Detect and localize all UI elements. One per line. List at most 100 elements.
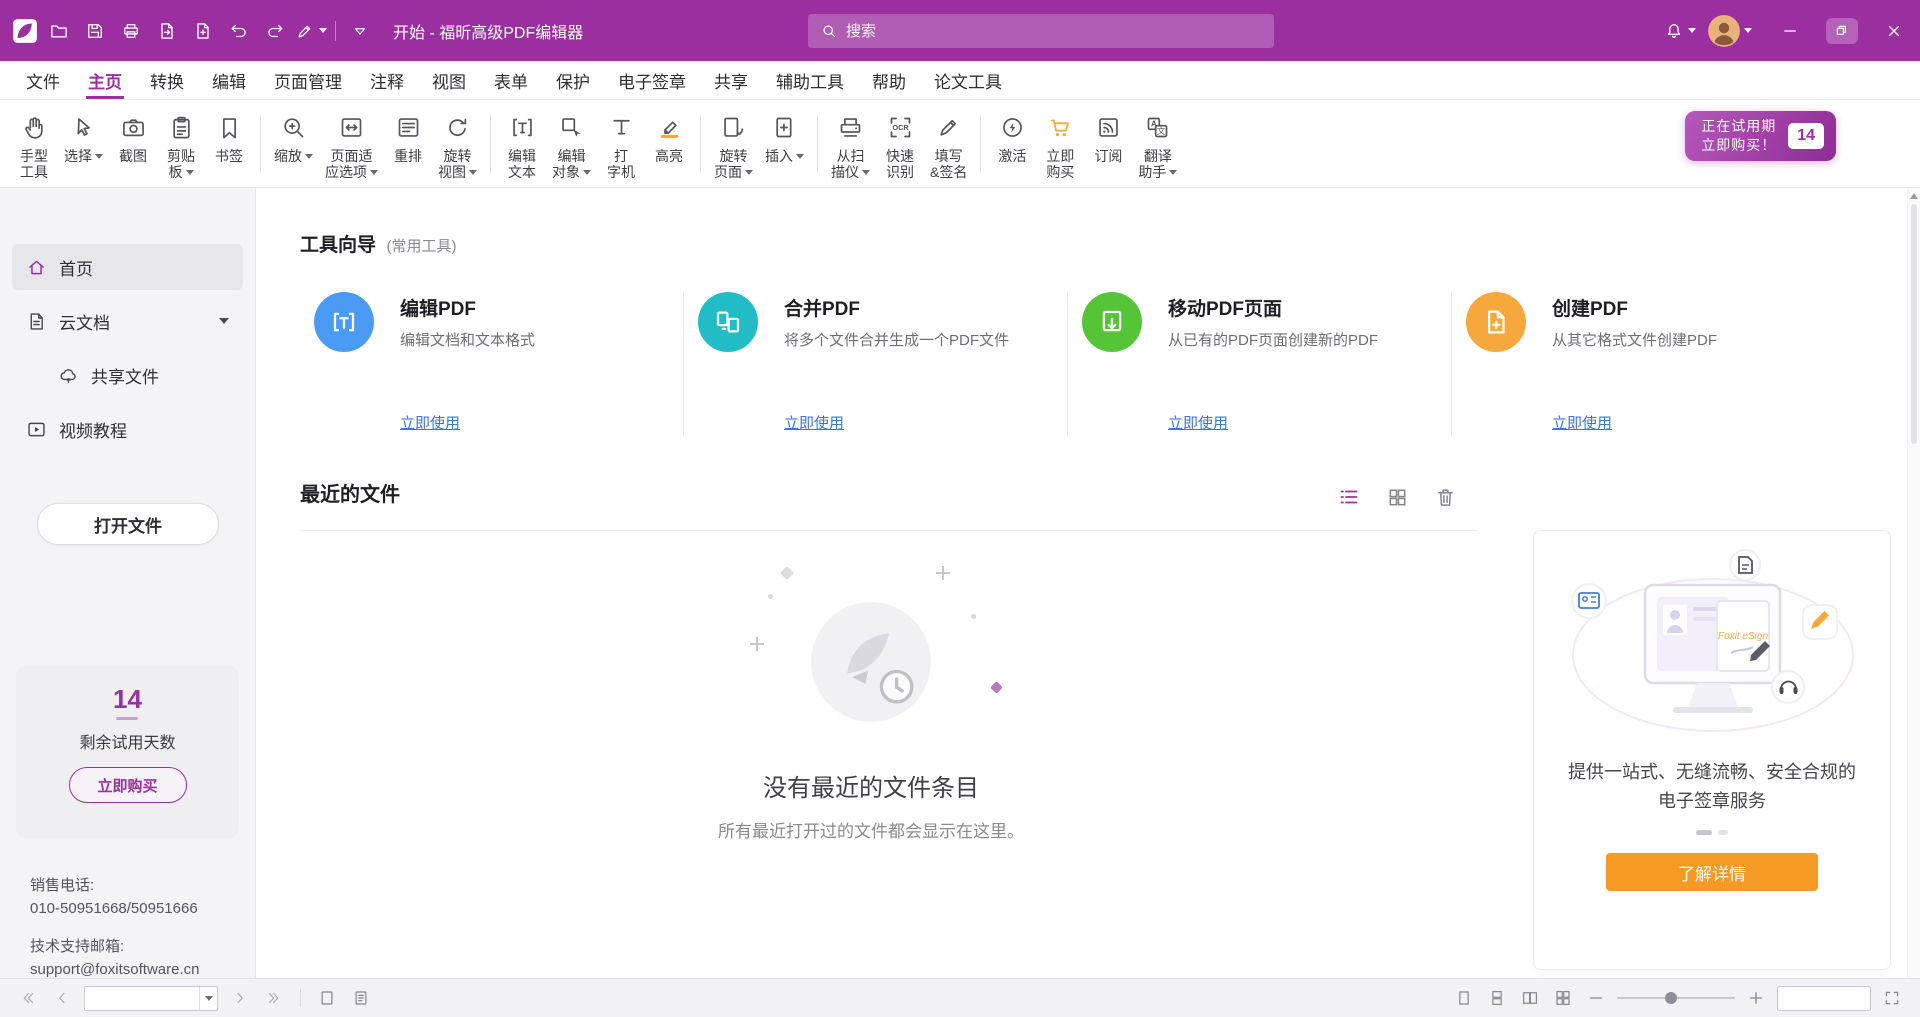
next-page-button[interactable] xyxy=(228,986,252,1010)
create-pdf-icon xyxy=(1466,292,1526,352)
list-view-button[interactable] xyxy=(1336,484,1362,510)
last-page-button[interactable] xyxy=(262,986,286,1010)
menu-item-page-manage[interactable]: 页面管理 xyxy=(260,61,356,99)
carousel-dot[interactable] xyxy=(1696,830,1712,835)
edit-object-icon xyxy=(558,113,585,143)
zoom-slider-thumb[interactable] xyxy=(1665,992,1677,1004)
zoom-in-button[interactable] xyxy=(1744,986,1768,1010)
tool-card-use-link[interactable]: 立即使用 xyxy=(1552,412,1612,433)
toolbar-hand-tool[interactable]: 手型 工具 xyxy=(10,105,58,183)
menu-item-file[interactable]: 文件 xyxy=(12,61,74,99)
facing-view-button[interactable] xyxy=(1518,986,1542,1010)
scrollbar-thumb[interactable] xyxy=(1911,204,1917,444)
menu-item-accessibility[interactable]: 辅助工具 xyxy=(762,61,858,99)
toolbar-zoom[interactable]: 缩放 xyxy=(268,105,319,183)
menu-item-help[interactable]: 帮助 xyxy=(858,61,920,99)
notifications-button[interactable] xyxy=(1664,21,1696,41)
menu-item-home[interactable]: 主页 xyxy=(74,61,136,99)
toolbar-buy-now[interactable]: 立即 购买 xyxy=(1036,105,1084,183)
trial-badge-title: 正在试用期 xyxy=(1701,117,1776,136)
sidebar-item-shared-files[interactable]: 共享文件 xyxy=(12,352,243,398)
grid-view-button[interactable] xyxy=(1384,484,1410,510)
edit-pdf-icon xyxy=(314,292,374,352)
sidebar: 首页云文档共享文件视频教程 打开文件 14 剩余试用天数 立即购买 销售电话: … xyxy=(0,188,256,978)
toolbar-edit-object[interactable]: 编辑 对象 xyxy=(546,105,597,183)
continuous-facing-view-button[interactable] xyxy=(1551,986,1575,1010)
minimize-button[interactable] xyxy=(1764,0,1816,61)
sidebar-item-home[interactable]: 首页 xyxy=(12,244,243,290)
toolbar-select[interactable]: 选择 xyxy=(58,105,109,183)
page-dropdown-button[interactable] xyxy=(199,987,217,1010)
toolbar-quick-ocr[interactable]: OCR快速 识别 xyxy=(876,105,924,183)
toolbar-fill-sign[interactable]: 填写 &签名 xyxy=(924,105,973,183)
page-content-layout-button[interactable] xyxy=(349,986,373,1010)
clear-recent-button[interactable] xyxy=(1432,484,1458,510)
continuous-pages-icon xyxy=(1488,989,1506,1007)
toolbar-rotate-pages[interactable]: 旋转 页面 xyxy=(708,105,759,183)
buy-now-button[interactable]: 立即购买 xyxy=(69,767,187,803)
fullscreen-button[interactable] xyxy=(1880,986,1904,1010)
toolbar-clipboard[interactable]: 剪贴 板 xyxy=(157,105,205,183)
page-number-box[interactable] xyxy=(84,986,218,1011)
open-file-button[interactable]: 打开文件 xyxy=(37,503,219,545)
tool-card-use-link[interactable]: 立即使用 xyxy=(784,412,844,433)
close-button[interactable] xyxy=(1868,0,1920,61)
continuous-view-button[interactable] xyxy=(1485,986,1509,1010)
tool-card-use-link[interactable]: 立即使用 xyxy=(400,412,460,433)
toolbar-reflow[interactable]: 重排 xyxy=(384,105,432,183)
toolbar-bookmark[interactable]: 书签 xyxy=(205,105,253,183)
toolbar-activate[interactable]: 激活 xyxy=(988,105,1036,183)
search-box[interactable] xyxy=(808,14,1274,48)
toolbar-fit-options[interactable]: 页面适 应选项 xyxy=(319,105,384,183)
menu-item-edit[interactable]: 编辑 xyxy=(198,61,260,99)
account-menu-button[interactable] xyxy=(1708,15,1752,47)
toolbar-subscribe[interactable]: 订阅 xyxy=(1084,105,1132,183)
search-input[interactable] xyxy=(846,23,1262,40)
support-email-link[interactable]: support@foxitsoftware.cn xyxy=(30,958,199,981)
create-doc-icon-button[interactable] xyxy=(186,14,220,48)
open-file-icon-button[interactable] xyxy=(42,14,76,48)
save-icon-button[interactable] xyxy=(78,14,112,48)
page-layout-button[interactable] xyxy=(315,986,339,1010)
menu-item-esign[interactable]: 电子签章 xyxy=(604,61,700,99)
menu-item-protect[interactable]: 保护 xyxy=(542,61,604,99)
toolbar-insert[interactable]: 插入 xyxy=(759,105,810,183)
toolbar-highlight[interactable]: 高亮 xyxy=(645,105,693,183)
toolbar-translate-assistant[interactable]: A文翻译 助手 xyxy=(1132,105,1183,183)
single-page-view-button[interactable] xyxy=(1452,986,1476,1010)
menu-item-paper-tools[interactable]: 论文工具 xyxy=(920,61,1016,99)
toolbar-edit-text[interactable]: 编辑 文本 xyxy=(498,105,546,183)
customize-quick-access-button[interactable] xyxy=(343,14,377,48)
toolbar-from-scanner[interactable]: 从扫 描仪 xyxy=(825,105,876,183)
esign-promo-text: 提供一站式、无缝流畅、安全合规的电子签章服务 xyxy=(1534,758,1890,816)
trial-badge[interactable]: 正在试用期 立即购买！ 14 xyxy=(1685,111,1836,161)
undo-button[interactable] xyxy=(222,14,256,48)
zoom-percent-box[interactable] xyxy=(1777,986,1871,1011)
zoom-percent-input[interactable] xyxy=(1778,987,1870,1010)
tool-card-use-link[interactable]: 立即使用 xyxy=(1168,412,1228,433)
redo-button[interactable] xyxy=(258,14,292,48)
prev-page-button[interactable] xyxy=(50,986,74,1010)
sign-tool-button[interactable] xyxy=(294,14,328,48)
toolbar-typewriter[interactable]: 打 字机 xyxy=(597,105,645,183)
page-number-input[interactable] xyxy=(85,990,199,1006)
menu-item-convert[interactable]: 转换 xyxy=(136,61,198,99)
toolbar-rotate-view[interactable]: 旋转 视图 xyxy=(432,105,483,183)
export-pdf-icon-button[interactable] xyxy=(150,14,184,48)
sidebar-item-video-tutorials[interactable]: 视频教程 xyxy=(12,406,243,452)
restore-button[interactable] xyxy=(1816,0,1868,61)
menu-item-form[interactable]: 表单 xyxy=(480,61,542,99)
print-icon-button[interactable] xyxy=(114,14,148,48)
zoom-slider[interactable] xyxy=(1617,986,1735,1010)
zoom-out-button[interactable] xyxy=(1584,986,1608,1010)
sidebar-item-cloud-docs[interactable]: 云文档 xyxy=(12,298,243,344)
menu-item-share[interactable]: 共享 xyxy=(700,61,762,99)
carousel-dot[interactable] xyxy=(1718,830,1728,835)
toolbar-snapshot[interactable]: 截图 xyxy=(109,105,157,183)
chevron-down-icon xyxy=(186,170,194,175)
learn-more-button[interactable]: 了解详情 xyxy=(1606,853,1818,891)
content-scrollbar[interactable] xyxy=(1907,188,1920,978)
first-page-button[interactable] xyxy=(16,986,40,1010)
menu-item-view[interactable]: 视图 xyxy=(418,61,480,99)
menu-item-comment[interactable]: 注释 xyxy=(356,61,418,99)
